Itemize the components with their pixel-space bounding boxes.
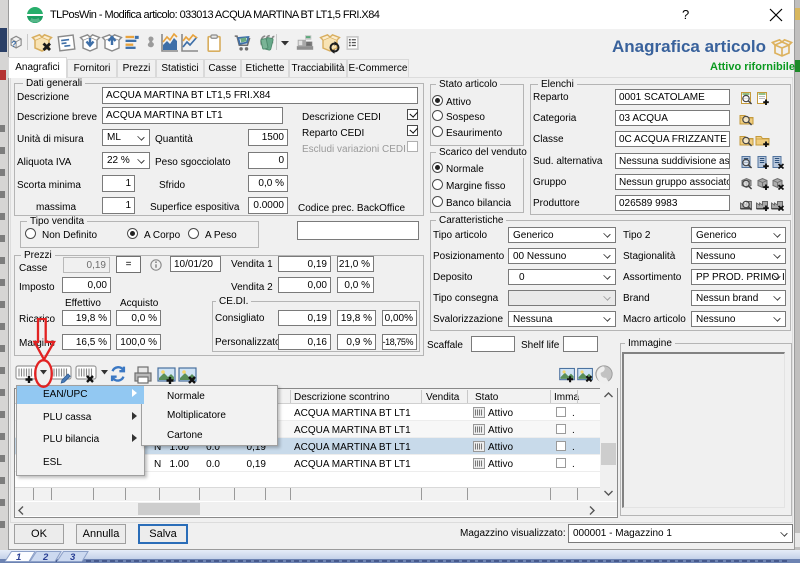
svg-text:?: ? [11,39,16,49]
